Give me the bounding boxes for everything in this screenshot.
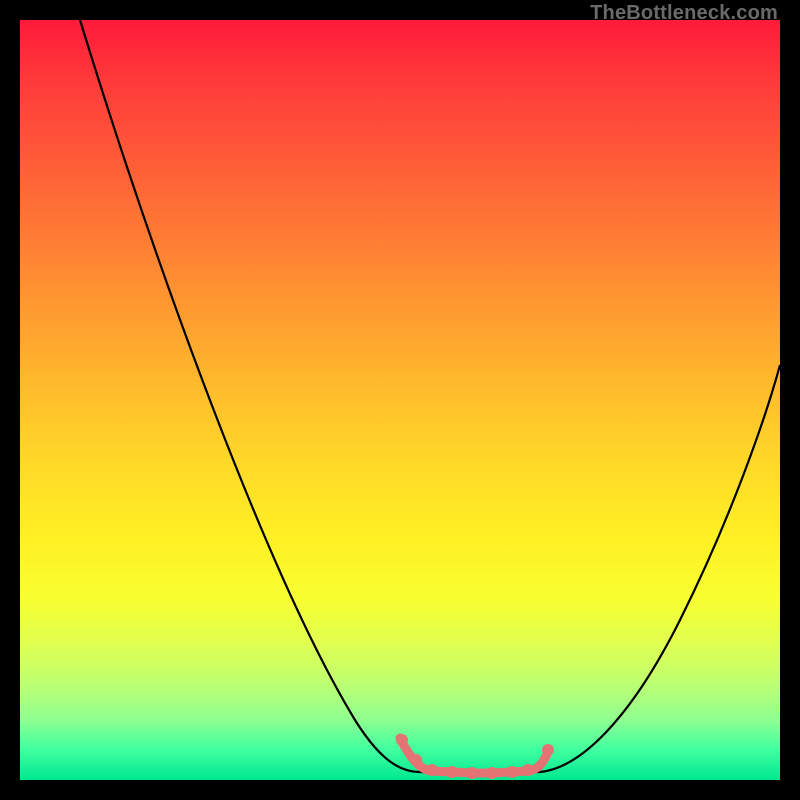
trough-dot (396, 734, 408, 746)
trough-dot (446, 766, 458, 778)
trough-dot (410, 754, 422, 766)
trough-dot (466, 767, 478, 779)
trough-dot (522, 764, 534, 776)
trough-dot (542, 744, 554, 756)
curve-left (80, 20, 420, 772)
trough-dot (486, 767, 498, 779)
chart-container: TheBottleneck.com (0, 0, 800, 800)
chart-svg (20, 20, 780, 780)
trough-dot (506, 766, 518, 778)
trough-dot (426, 764, 438, 776)
curve-right (540, 365, 780, 772)
